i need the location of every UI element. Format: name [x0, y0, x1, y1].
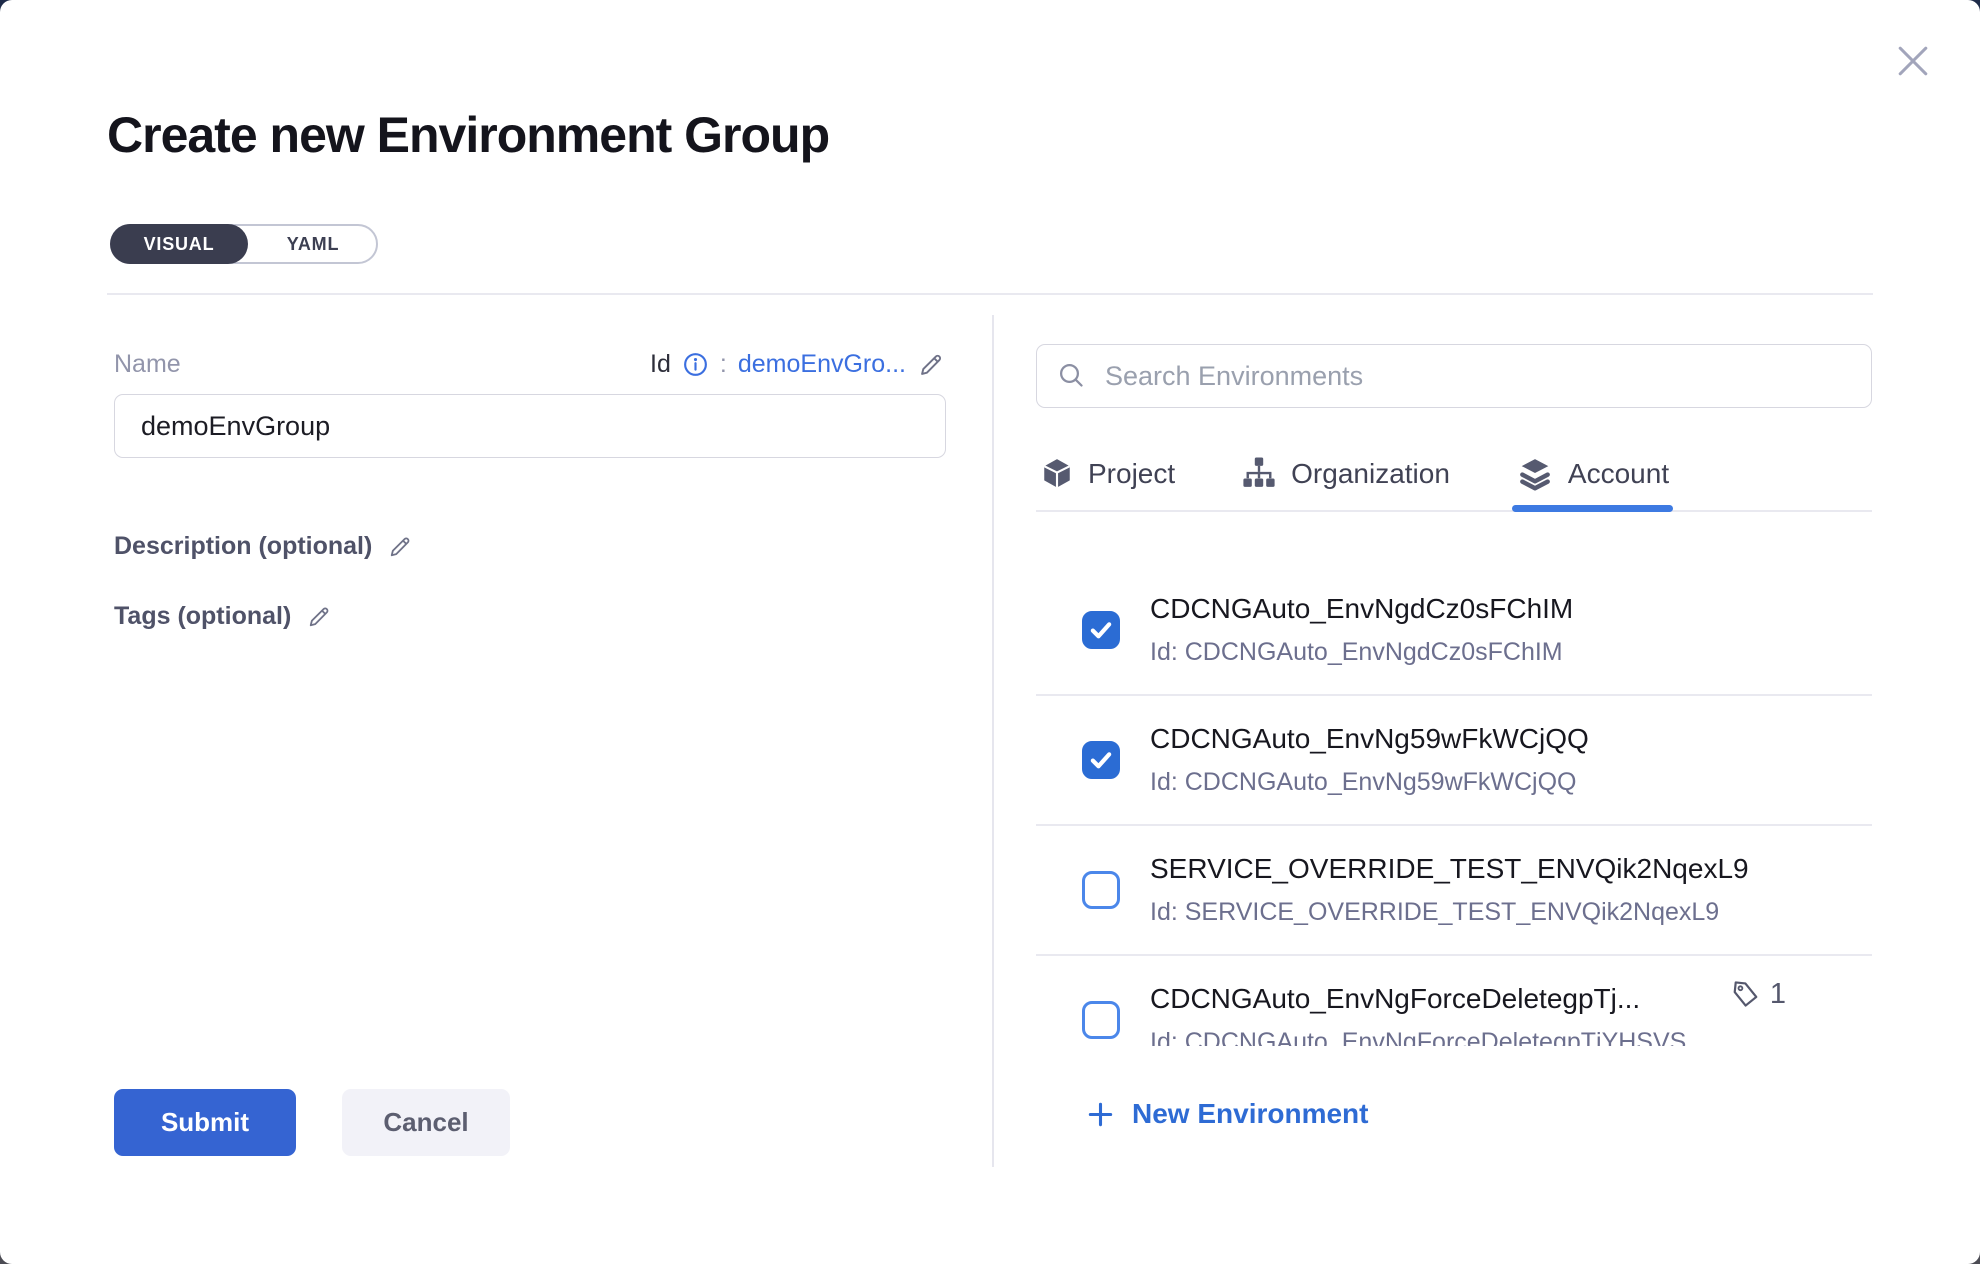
env-tag-count: 1	[1770, 978, 1786, 1011]
submit-button[interactable]: Submit	[114, 1089, 296, 1156]
environment-row[interactable]: CDCNGAuto_EnvNgdCz0sFChIM Id: CDCNGAuto_…	[1036, 566, 1872, 696]
env-row-content: CDCNGAuto_EnvNg59wFkWCjQQ Id: CDCNGAuto_…	[1150, 723, 1589, 797]
edit-tags-icon[interactable]	[306, 603, 333, 630]
tab-project[interactable]: Project	[1036, 438, 1179, 510]
environment-row[interactable]: SERVICE_OVERRIDE_TEST_ENVQik2NqexL9 Id: …	[1036, 826, 1872, 956]
close-button[interactable]	[1890, 38, 1936, 84]
new-environment-button[interactable]: New Environment	[1086, 1098, 1368, 1130]
env-row-content: CDCNGAuto_EnvNgdCz0sFChIM Id: CDCNGAuto_…	[1150, 593, 1573, 667]
visual-yaml-toggle: VISUAL YAML	[110, 224, 378, 264]
env-checkbox[interactable]	[1082, 871, 1120, 909]
cancel-button[interactable]: Cancel	[342, 1089, 510, 1156]
env-checkbox[interactable]	[1082, 611, 1120, 649]
org-chart-icon	[1241, 456, 1277, 492]
tab-organization-label: Organization	[1291, 458, 1450, 490]
toggle-yaml[interactable]: YAML	[250, 226, 376, 262]
tab-organization[interactable]: Organization	[1237, 438, 1454, 510]
env-name: CDCNGAuto_EnvNgForceDeletegpTj...	[1150, 983, 1686, 1015]
name-id-row: Name Id : demoEnvGro...	[114, 350, 946, 379]
env-id: Id: SERVICE_OVERRIDE_TEST_ENVQik2NqexL9	[1150, 898, 1749, 927]
description-label: Description (optional)	[114, 532, 372, 561]
env-checkbox[interactable]	[1082, 741, 1120, 779]
id-separator: :	[720, 350, 727, 379]
env-id: Id: CDCNGAuto_EnvNgdCz0sFChIM	[1150, 638, 1573, 667]
panel-divider	[992, 315, 994, 1167]
name-label: Name	[114, 350, 181, 379]
search-input[interactable]	[1103, 360, 1851, 393]
edit-id-icon[interactable]	[917, 350, 946, 379]
tab-project-label: Project	[1088, 458, 1175, 490]
env-id: Id: CDCNGAuto_EnvNg59wFkWCjQQ	[1150, 768, 1589, 797]
env-tag-badge: 1	[1730, 978, 1786, 1011]
plus-icon	[1086, 1100, 1115, 1129]
tags-section: Tags (optional)	[114, 602, 333, 631]
environment-row[interactable]: CDCNGAuto_EnvNgForceDeletegpTj... Id: CD…	[1036, 956, 1872, 1046]
env-row-content: SERVICE_OVERRIDE_TEST_ENVQik2NqexL9 Id: …	[1150, 853, 1749, 927]
layers-icon	[1516, 455, 1554, 493]
env-name: CDCNGAuto_EnvNg59wFkWCjQQ	[1150, 723, 1589, 755]
env-name: SERVICE_OVERRIDE_TEST_ENVQik2NqexL9	[1150, 853, 1749, 885]
search-icon	[1057, 361, 1087, 391]
close-icon	[1890, 38, 1936, 84]
env-name: CDCNGAuto_EnvNgdCz0sFChIM	[1150, 593, 1573, 625]
id-cluster: Id : demoEnvGro...	[650, 350, 946, 379]
info-icon[interactable]	[682, 351, 709, 378]
id-value-link[interactable]: demoEnvGro...	[738, 350, 906, 379]
tags-label: Tags (optional)	[114, 602, 291, 631]
environment-list: CDCNGAuto_EnvNgdCz0sFChIM Id: CDCNGAuto_…	[1036, 514, 1872, 1046]
tag-icon	[1730, 979, 1761, 1010]
scope-tabs: Project Organization Account	[1036, 438, 1872, 512]
toggle-visual[interactable]: VISUAL	[110, 224, 248, 264]
new-environment-label: New Environment	[1132, 1098, 1368, 1130]
env-row-content: CDCNGAuto_EnvNgForceDeletegpTj... Id: CD…	[1150, 983, 1686, 1046]
edit-description-icon[interactable]	[387, 533, 414, 560]
description-section: Description (optional)	[114, 532, 414, 561]
environment-row[interactable]: CDCNGAuto_EnvNg59wFkWCjQQ Id: CDCNGAuto_…	[1036, 696, 1872, 826]
name-input[interactable]	[114, 394, 946, 458]
cube-icon	[1040, 457, 1074, 491]
tab-account-label: Account	[1568, 458, 1669, 490]
name-input-wrap	[114, 394, 946, 458]
create-env-group-dialog: Create new Environment Group VISUAL YAML…	[0, 0, 1980, 1264]
search-box	[1036, 344, 1872, 408]
env-checkbox[interactable]	[1082, 1001, 1120, 1039]
dialog-actions: Submit Cancel	[114, 1089, 510, 1156]
header-divider	[107, 293, 1873, 295]
tab-account[interactable]: Account	[1512, 438, 1673, 510]
dialog-title: Create new Environment Group	[107, 106, 829, 164]
id-label: Id	[650, 350, 671, 379]
env-id: Id: CDCNGAuto_EnvNgForceDeletegpTjYHSVS	[1150, 1028, 1686, 1046]
